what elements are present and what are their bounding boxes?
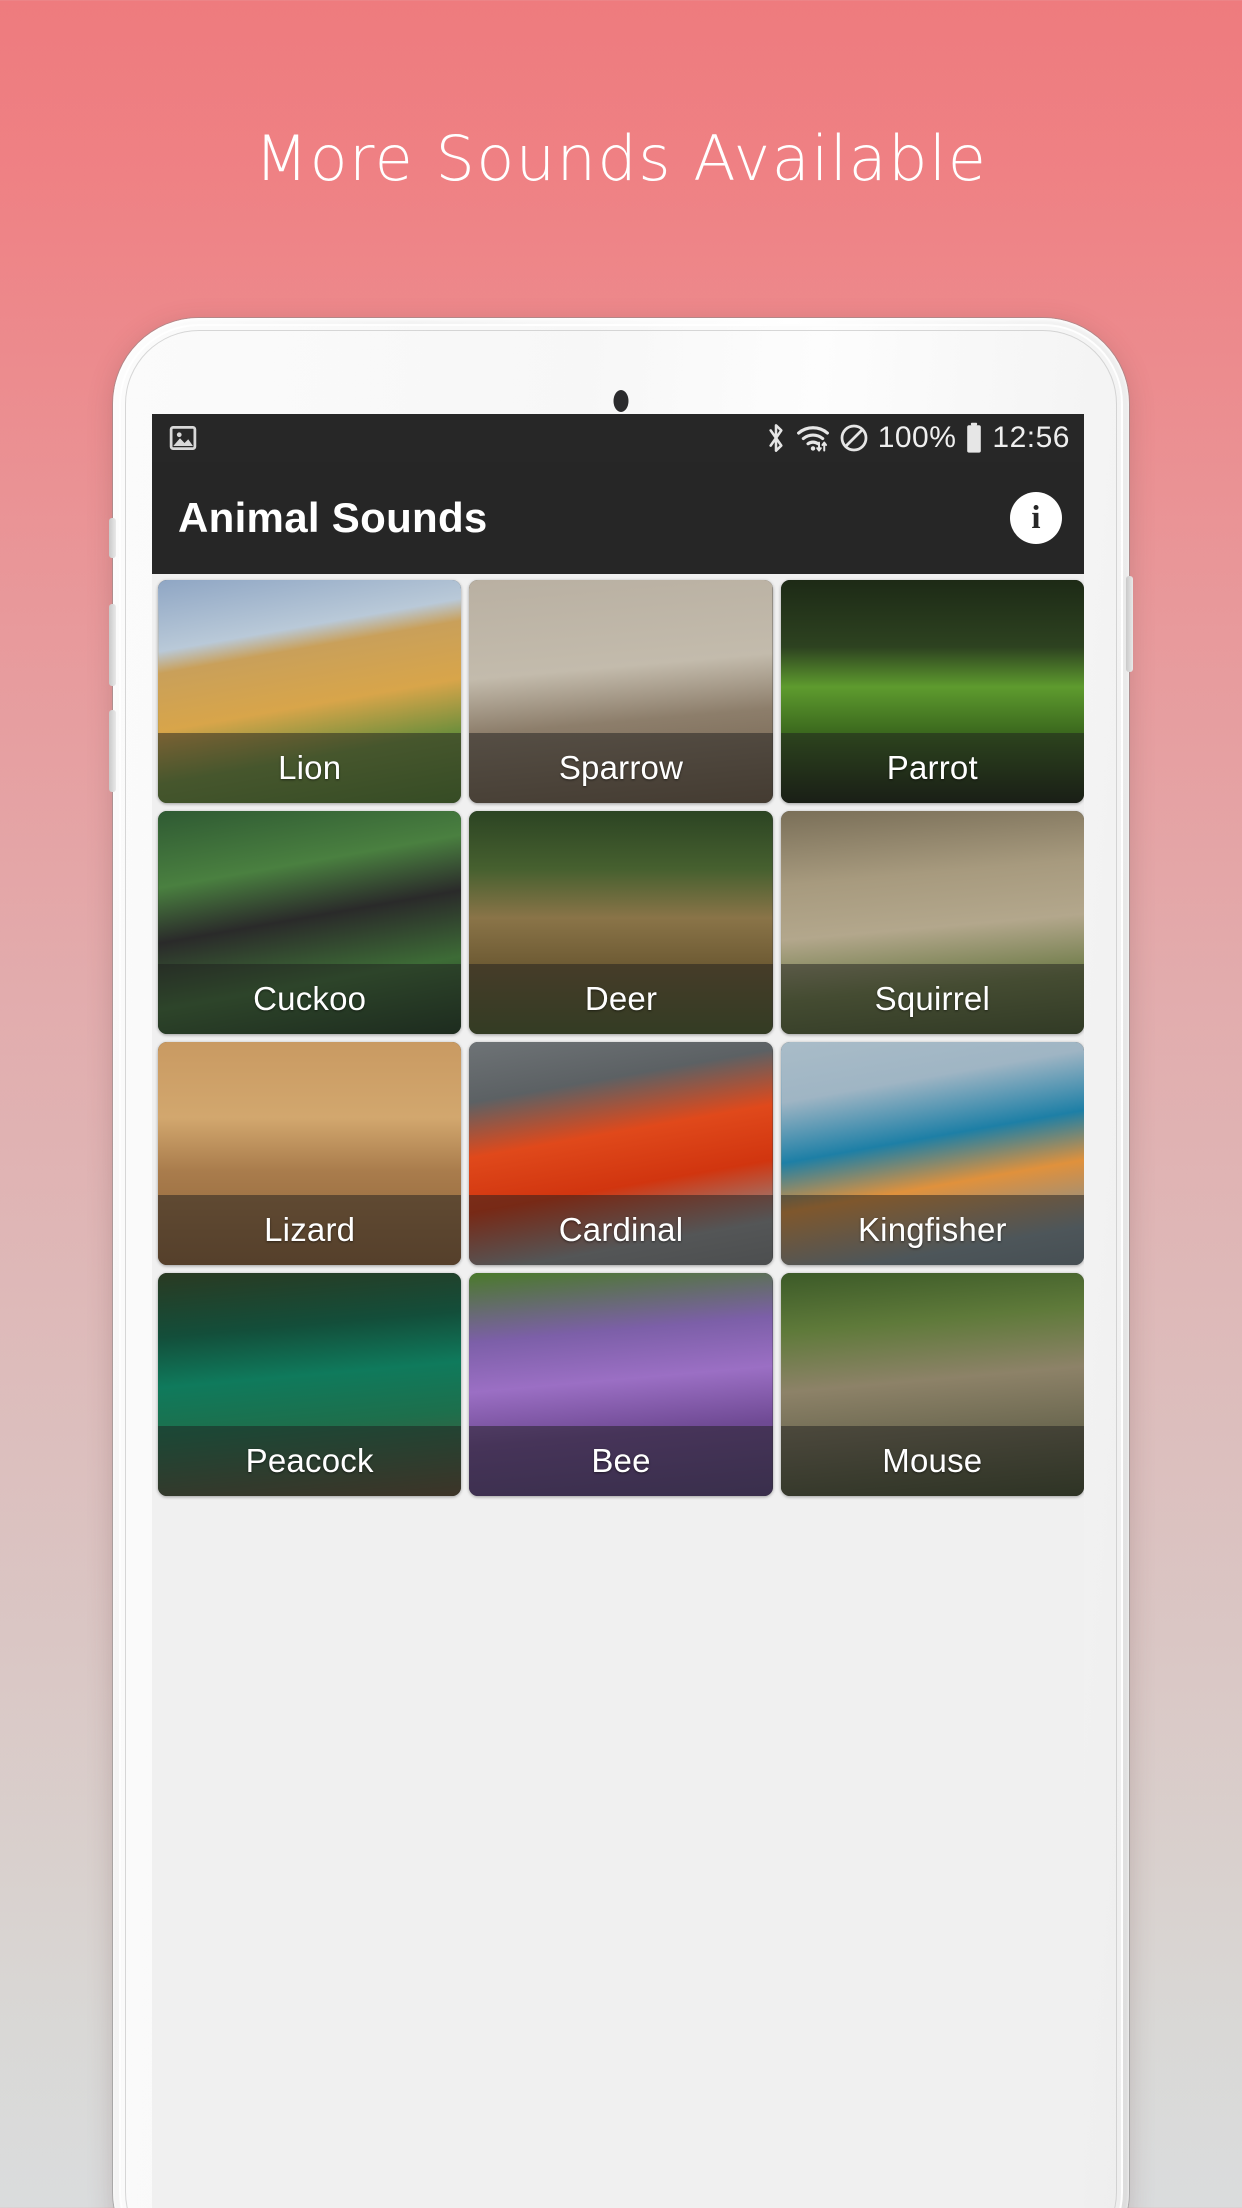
animal-label: Deer xyxy=(469,964,773,1034)
promo-headline: More Sounds Available xyxy=(254,122,988,195)
animal-label: Cuckoo xyxy=(158,964,462,1034)
animal-tile[interactable]: Parrot xyxy=(780,580,1084,803)
animal-tile[interactable]: Cuckoo xyxy=(158,811,462,1034)
animal-tile[interactable]: Lizard xyxy=(158,1042,462,1265)
animal-tile[interactable]: Squirrel xyxy=(780,811,1084,1034)
app-title: Animal Sounds xyxy=(178,494,488,541)
app-bar: Animal Sounds i xyxy=(152,462,1084,574)
animal-label: Cardinal xyxy=(469,1195,773,1265)
animal-tile[interactable]: Peacock xyxy=(158,1273,462,1496)
power-button[interactable] xyxy=(1126,576,1133,672)
animal-tile[interactable]: Sparrow xyxy=(469,580,773,803)
gallery-icon xyxy=(168,423,198,453)
app-viewport: 100% 12:56 Animal Sounds i Lion Sparrow Pa… xyxy=(152,414,1084,2208)
animal-tile[interactable]: Lion xyxy=(158,580,462,803)
status-bar-right: 100% 12:56 xyxy=(765,421,1070,455)
animal-sound-grid: Lion Sparrow Parrot Cuckoo Deer Squirrel Lizar… xyxy=(152,574,1084,2208)
wifi-icon xyxy=(796,423,830,453)
animal-tile[interactable]: Bee xyxy=(469,1273,773,1496)
bluetooth-icon xyxy=(765,422,787,454)
info-icon[interactable]: i xyxy=(1010,492,1062,544)
animal-label: Lion xyxy=(158,733,462,803)
animal-label: Peacock xyxy=(158,1426,462,1496)
battery-percent-label: 100% xyxy=(877,421,957,454)
proximity-sensor-icon xyxy=(613,390,629,412)
status-bar-left xyxy=(168,423,198,453)
animal-label: Parrot xyxy=(780,733,1084,803)
phone-screen: 100% 12:56 Animal Sounds i Lion Sparrow Pa… xyxy=(152,414,1084,2208)
status-bar: 100% 12:56 xyxy=(152,414,1084,462)
animal-tile[interactable]: Cardinal xyxy=(469,1042,773,1265)
animal-tile[interactable]: Mouse xyxy=(780,1273,1084,1496)
animal-label: Sparrow xyxy=(469,733,773,803)
animal-tile[interactable]: Kingfisher xyxy=(780,1042,1084,1265)
animal-label: Squirrel xyxy=(780,964,1084,1034)
battery-icon xyxy=(965,422,983,454)
clock-label: 12:56 xyxy=(992,421,1070,454)
do-not-disturb-icon xyxy=(839,423,869,453)
animal-label: Kingfisher xyxy=(780,1195,1084,1265)
phone-device-frame: 100% 12:56 Animal Sounds i Lion Sparrow Pa… xyxy=(109,318,1133,2208)
volume-up-button[interactable] xyxy=(109,604,116,686)
volume-down-button[interactable] xyxy=(109,710,116,792)
animal-tile[interactable]: Deer xyxy=(469,811,773,1034)
animal-label: Mouse xyxy=(780,1426,1084,1496)
animal-label: Bee xyxy=(469,1426,773,1496)
animal-label: Lizard xyxy=(158,1195,462,1265)
silent-switch-button[interactable] xyxy=(109,518,116,558)
